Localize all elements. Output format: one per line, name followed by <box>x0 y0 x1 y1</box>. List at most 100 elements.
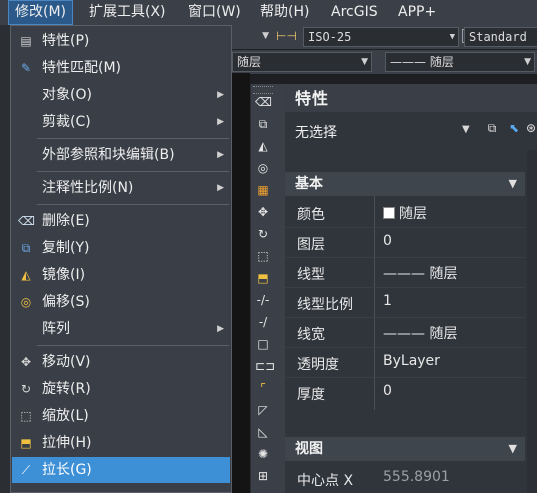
menu-item-mirror[interactable]: ◭ 镜像(I) <box>12 262 230 288</box>
row-divider <box>285 347 525 348</box>
copy-icon: ⧉ <box>21 241 31 255</box>
menu-window[interactable]: 窗口(W) <box>182 0 247 25</box>
menu-item-label: 对象(O) <box>42 87 92 103</box>
menu-item-label: 移动(V) <box>42 354 91 370</box>
prop-value-thickness[interactable]: 0 <box>383 383 392 399</box>
fillet-icon[interactable]: ◸ <box>255 402 271 418</box>
select-objects-icon[interactable]: ⬉ <box>505 119 523 137</box>
menu-help[interactable]: 帮助(H) <box>254 0 315 25</box>
menu-app-plus[interactable]: APP+ <box>392 0 442 25</box>
menu-item-array[interactable]: 阵列 ▶ <box>12 316 230 342</box>
prop-value-linetype-scale[interactable]: 1 <box>383 293 392 309</box>
row-divider <box>285 287 525 288</box>
scale-icon[interactable]: ⬚ <box>255 248 271 264</box>
submenu-arrow-icon: ▶ <box>217 117 224 127</box>
grid-icon[interactable]: ⊞ <box>255 468 271 484</box>
menu-item-stretch[interactable]: ⬒ 拉伸(H) <box>12 430 230 456</box>
menu-item-copy[interactable]: ⧉ 复制(Y) <box>12 235 230 261</box>
menu-extend-tools[interactable]: 扩展工具(X) <box>83 0 172 25</box>
menu-item-label: 外部参照和块编辑(B) <box>42 147 175 163</box>
menu-item-clip[interactable]: 剪裁(C) ▶ <box>12 109 230 135</box>
mirror-icon[interactable]: ◭ <box>255 138 271 154</box>
prop-name-thickness: 厚度 <box>297 387 325 403</box>
menu-item-rotate[interactable]: ↻ 旋转(R) <box>12 376 230 402</box>
menu-item-object[interactable]: 对象(O) ▶ <box>12 82 230 108</box>
prop-value-transparency[interactable]: ByLayer <box>383 353 440 369</box>
chevron-down-icon: ▼ <box>361 57 368 67</box>
break-icon[interactable]: □ <box>255 336 271 352</box>
menu-item-properties[interactable]: ▤ 特性(P) <box>12 28 230 54</box>
menu-item-xref-block-edit[interactable]: 外部参照和块编辑(B) ▶ <box>12 142 230 168</box>
prop-value-linetype[interactable]: ——— 随层 <box>383 263 457 283</box>
offset-icon[interactable]: ◎ <box>255 160 271 176</box>
toolbar-dropdown-stub[interactable]: ▼ <box>230 27 272 47</box>
properties-strip <box>275 84 285 493</box>
dimstyle-select[interactable]: ISO-25 ▼ <box>303 27 459 47</box>
rotate-icon[interactable]: ↻ <box>255 226 271 242</box>
menu-item-match-properties[interactable]: ✎ 特性匹配(M) <box>12 55 230 81</box>
menu-item-label: 剪裁(C) <box>42 114 91 130</box>
prop-value-layer[interactable]: 0 <box>383 233 392 249</box>
selection-dropdown[interactable]: 无选择 <box>295 122 337 142</box>
menu-item-annotative-scale[interactable]: 注释性比例(N) ▶ <box>12 175 230 201</box>
menu-item-label: 删除(E) <box>42 213 90 229</box>
move-icon[interactable]: ✥ <box>255 204 271 220</box>
menu-item-offset[interactable]: ◎ 偏移(S) <box>12 289 230 315</box>
section-basic[interactable]: 基本 ▼ <box>285 172 525 196</box>
copy-icon[interactable]: ⧉ <box>255 116 271 132</box>
menu-arcgis[interactable]: ArcGIS <box>325 0 384 25</box>
textstyle-select[interactable]: Standard <box>464 27 537 47</box>
stretch-icon[interactable]: ⬒ <box>255 270 271 286</box>
section-view[interactable]: 视图 ▼ <box>285 437 525 461</box>
offset-icon: ◎ <box>20 295 32 309</box>
chevron-down-icon: ▼ <box>524 57 531 67</box>
row-divider <box>285 227 525 228</box>
menu-item-label: 拉伸(H) <box>42 435 92 451</box>
eraser-icon: ⌫ <box>18 214 35 228</box>
drawing-area[interactable] <box>230 73 250 493</box>
chevron-down-icon: ▼ <box>262 31 269 41</box>
linetype-select[interactable]: ——— 随层 ▼ <box>385 52 535 72</box>
menu-item-move[interactable]: ✥ 移动(V) <box>12 349 230 375</box>
palette-grip[interactable] <box>253 86 273 94</box>
eraser-icon[interactable]: ⌫ <box>255 94 272 110</box>
blend-icon[interactable]: ◺ <box>255 424 271 440</box>
prop-name-lineweight: 线宽 <box>297 327 325 343</box>
chevron-down-icon[interactable]: ▼ <box>462 124 470 135</box>
quick-select-icon[interactable]: ⊛ <box>525 119 537 137</box>
menu-item-scale[interactable]: ⬚ 缩放(L) <box>12 403 230 429</box>
move-icon: ✥ <box>20 355 32 369</box>
menu-item-label: 注释性比例(N) <box>42 180 134 196</box>
styles-toolbar: ▼ ⊢⊣ ISO-25 ▼ Standard <box>230 25 537 49</box>
toggle-pickadd-icon[interactable]: ⧉ <box>483 119 501 137</box>
properties-title: 特性 <box>295 89 330 108</box>
mirror-icon: ◭ <box>21 268 31 282</box>
explode-icon[interactable]: ✺ <box>255 446 271 462</box>
modify-menu: ▤ 特性(P) ✎ 特性匹配(M) 对象(O) ▶ 剪裁(C) ▶ 外部参照和块… <box>10 25 232 493</box>
submenu-arrow-icon: ▶ <box>217 150 224 160</box>
array-icon[interactable]: ▦ <box>255 182 271 198</box>
menu-item-lengthen[interactable]: ⟋ 拉长(G) <box>12 457 230 483</box>
menu-item-label: 拉长(G) <box>42 462 92 478</box>
prop-value-lineweight[interactable]: ——— 随层 <box>383 323 457 343</box>
menu-bar: 修改(M) 扩展工具(X) 窗口(W) 帮助(H) ArcGIS APP+ <box>0 0 537 25</box>
layer-select[interactable]: 随层 ▼ <box>232 52 372 72</box>
menu-modify[interactable]: 修改(M) <box>8 0 74 25</box>
match-brush-icon: ✎ <box>20 61 32 75</box>
linetype-value: ——— 随层 <box>390 55 454 69</box>
submenu-arrow-icon: ▶ <box>217 90 224 100</box>
chamfer-icon[interactable]: ⌜ <box>255 380 271 396</box>
join-icon[interactable]: ⊏⊐ <box>255 358 275 374</box>
section-basic-label: 基本 <box>295 176 323 192</box>
extend-icon[interactable]: -/ <box>255 314 271 330</box>
modify-palette: ⌫ ⧉ ◭ ◎ ▦ ✥ ↻ ⬚ ⬒ -/- -/ □ ⊏⊐ ⌜ ◸ ◺ ✺ ⊞ <box>250 84 276 493</box>
prop-value-color[interactable]: 随层 <box>383 203 427 223</box>
menu-item-label: 镜像(I) <box>42 267 86 283</box>
layer-toolbar: 随层 ▼ ——— 随层 ▼ <box>230 50 537 74</box>
trim-icon[interactable]: -/- <box>255 292 271 308</box>
dimstyle-value: ISO-25 <box>308 30 352 44</box>
menu-item-label: 旋转(R) <box>42 381 91 397</box>
properties-scrollbar[interactable] <box>527 150 537 493</box>
menu-item-erase[interactable]: ⌫ 删除(E) <box>12 208 230 234</box>
prop-value-center-x[interactable]: 555.8901 <box>383 469 450 485</box>
